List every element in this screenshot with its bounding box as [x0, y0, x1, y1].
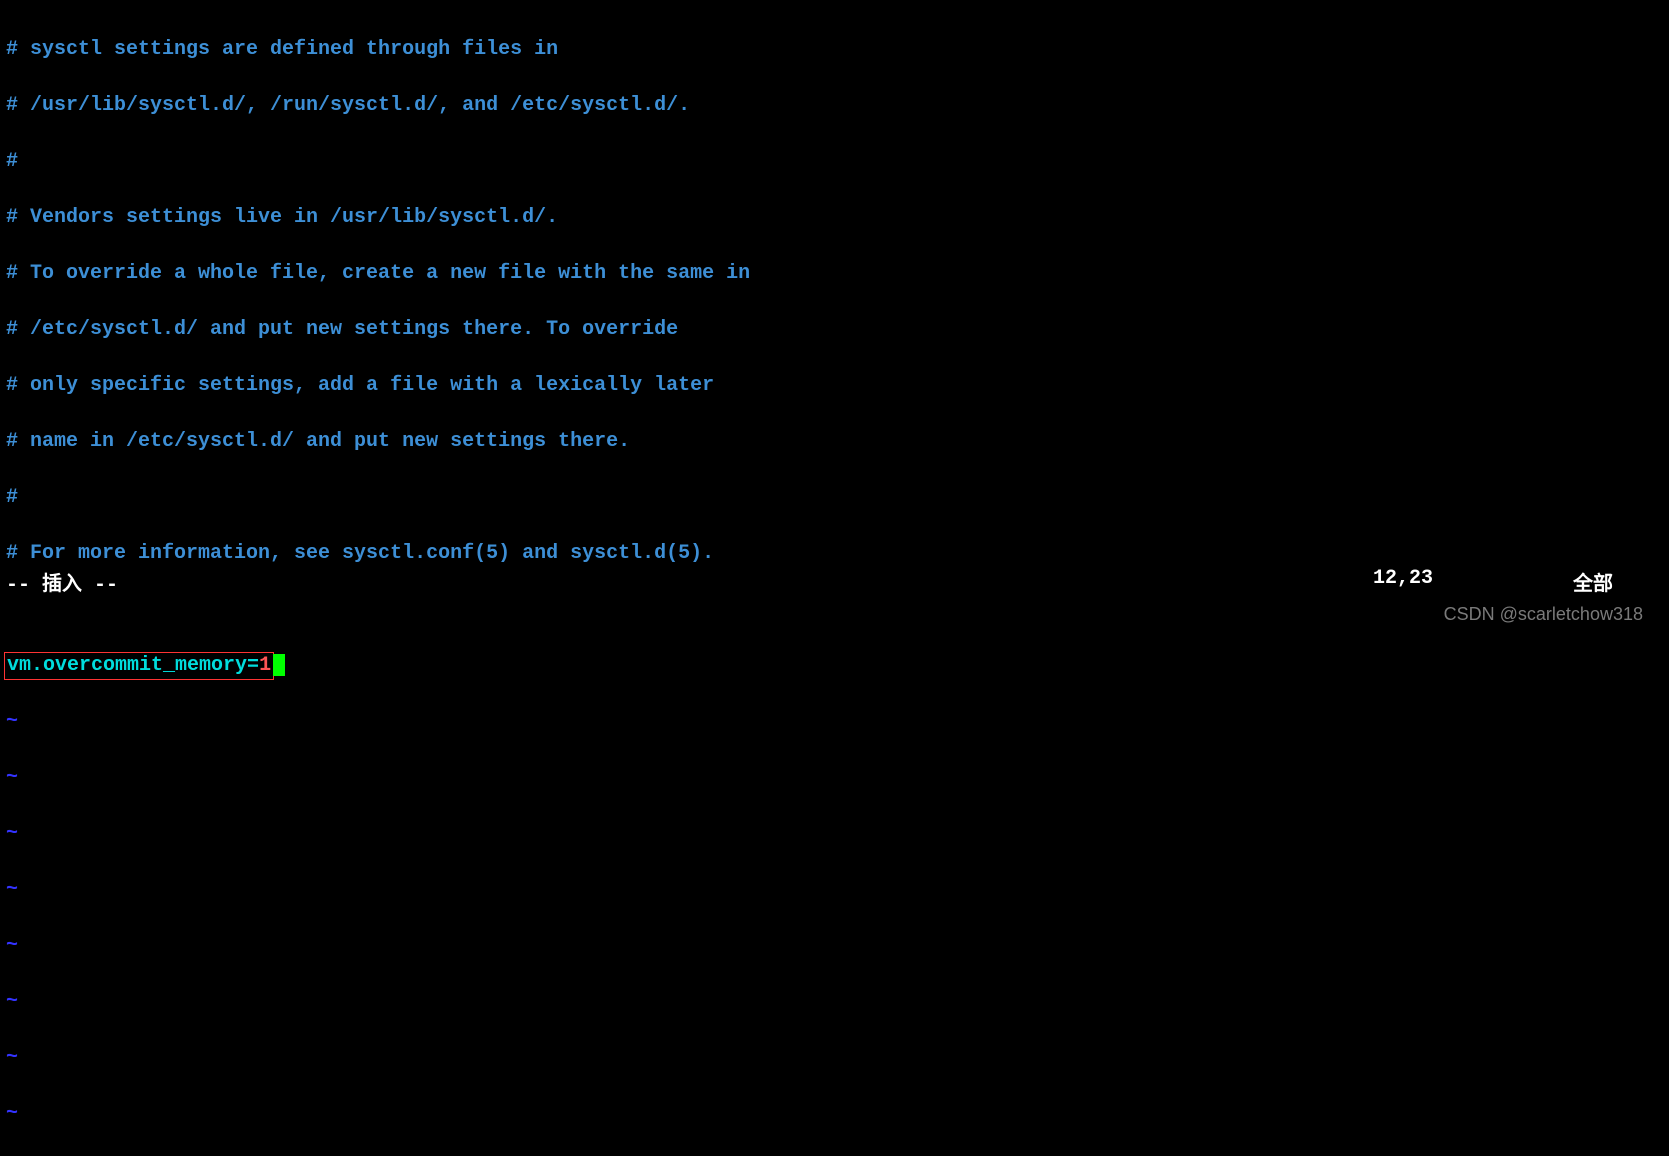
- empty-line-tilde: ~: [6, 1100, 1663, 1128]
- comment-line: # Vendors settings live in /usr/lib/sysc…: [6, 204, 1663, 232]
- empty-line-tilde: ~: [6, 764, 1663, 792]
- status-spacer: [118, 567, 1373, 597]
- watermark-text: CSDN @scarletchow318: [1444, 604, 1643, 625]
- comment-line: #: [6, 148, 1663, 176]
- scroll-percent: 全部: [1573, 567, 1613, 597]
- vim-mode: -- 插入 --: [6, 567, 118, 597]
- comment-line: # For more information, see sysctl.conf(…: [6, 540, 1663, 568]
- highlighted-setting: vm.overcommit_memory=1: [4, 652, 274, 680]
- config-setting-line: vm.overcommit_memory=1: [6, 652, 1663, 680]
- empty-line-tilde: ~: [6, 988, 1663, 1016]
- empty-line-tilde: ~: [6, 708, 1663, 736]
- empty-line-tilde: ~: [6, 1044, 1663, 1072]
- comment-line: # To override a whole file, create a new…: [6, 260, 1663, 288]
- cursor-position: 12,23: [1373, 567, 1433, 597]
- empty-line-tilde: ~: [6, 820, 1663, 848]
- comment-line: # /usr/lib/sysctl.d/, /run/sysctl.d/, an…: [6, 92, 1663, 120]
- comment-line: # only specific settings, add a file wit…: [6, 372, 1663, 400]
- comment-line: # name in /etc/sysctl.d/ and put new set…: [6, 428, 1663, 456]
- setting-equals: =: [247, 654, 259, 677]
- comment-line: #: [6, 484, 1663, 512]
- empty-line-tilde: ~: [6, 932, 1663, 960]
- setting-value: 1: [259, 654, 271, 677]
- comment-line: # /etc/sysctl.d/ and put new settings th…: [6, 316, 1663, 344]
- cursor-icon: [273, 654, 285, 676]
- blank-line: [6, 596, 1663, 624]
- comment-line: # sysctl settings are defined through fi…: [6, 36, 1663, 64]
- empty-line-tilde: ~: [6, 876, 1663, 904]
- vim-status-bar: -- 插入 -- 12,23 全部: [0, 567, 1669, 597]
- setting-key: vm.overcommit_memory: [7, 654, 247, 677]
